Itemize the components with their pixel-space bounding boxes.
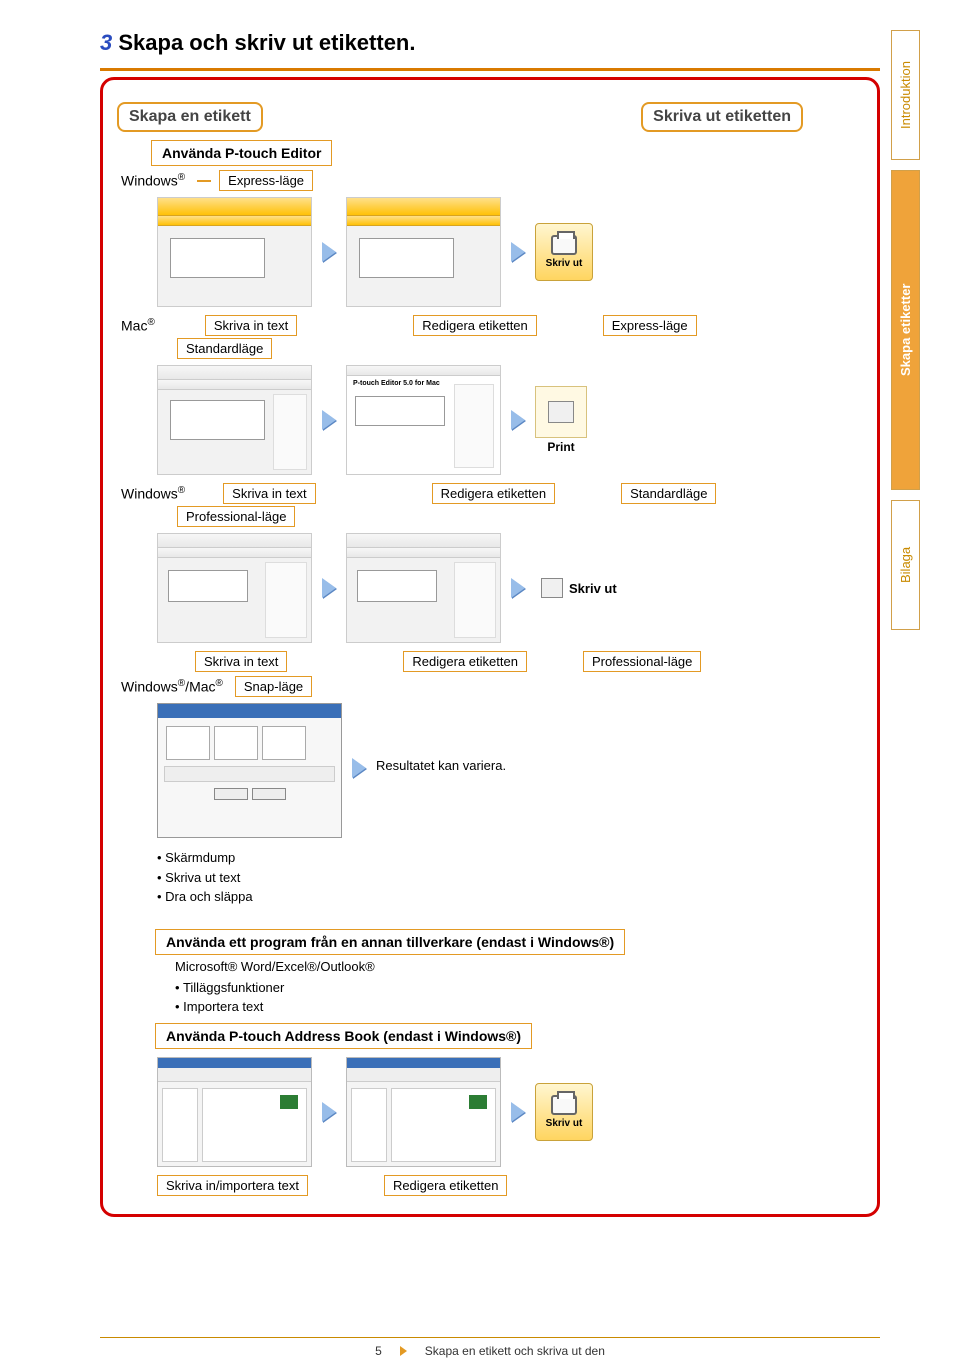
- screenshot-pro-1: [157, 533, 312, 643]
- label-write-text-3: Skriva in text: [195, 651, 287, 672]
- print-button-mac[interactable]: [535, 386, 587, 438]
- label-write-text-2: Skriva in text: [223, 483, 315, 504]
- print-caption: Print: [547, 440, 574, 454]
- result-vary-note: Resultatet kan variera.: [376, 758, 506, 773]
- screenshot-express-2: [346, 197, 501, 307]
- label-write-text-1: Skriva in text: [205, 315, 297, 336]
- footer-text: Skapa en etikett och skriva ut den: [425, 1344, 605, 1358]
- arrow-icon: [322, 242, 336, 262]
- flowchart-box: Skapa en etikett Skriva ut etiketten Anv…: [100, 77, 880, 1217]
- os-mac: Mac®: [117, 317, 159, 334]
- footer: 5 Skapa en etikett och skriva ut den: [100, 1337, 880, 1358]
- step-heading: 3 Skapa och skriv ut etiketten.: [100, 30, 880, 56]
- label-edit-2: Redigera etiketten: [432, 483, 556, 504]
- step-number: 3: [100, 30, 112, 55]
- mode-snap: Snap-läge: [235, 676, 312, 697]
- screenshot-snap-dialog: [157, 703, 342, 838]
- other-program-sub: Microsoft® Word/Excel®/Outlook®: [175, 959, 863, 974]
- tab-skapa-etiketter[interactable]: Skapa etiketter: [891, 170, 920, 490]
- label-edit-3: Redigera etiketten: [403, 651, 527, 672]
- arrow-icon: [511, 242, 525, 262]
- tab-introduktion[interactable]: Introduktion: [891, 30, 920, 160]
- snap-bullets: Skärmdump Skriva ut text Dra och släppa: [157, 848, 342, 907]
- printer-icon: [551, 235, 577, 255]
- screenshot-ab-1: [157, 1057, 312, 1167]
- printer-icon: [548, 401, 574, 423]
- os-windows-2: Windows®: [117, 485, 189, 502]
- screenshot-mac-dialog: P-touch Editor 5.0 for Mac: [346, 365, 501, 475]
- other-bullets: Tilläggsfunktioner Importera text: [175, 978, 863, 1017]
- side-tabs: Introduktion Skapa etiketter Bilaga: [891, 30, 920, 630]
- mode-express: Express-läge: [219, 170, 313, 191]
- screenshot-pro-2: [346, 533, 501, 643]
- arrow-icon: [511, 578, 525, 598]
- os-windows: Windows®: [117, 172, 189, 189]
- os-winmac: Windows®/Mac®: [117, 678, 227, 695]
- screenshot-ab-2: [346, 1057, 501, 1167]
- mode-professional-r: Professional-läge: [583, 651, 701, 672]
- printer-icon: [541, 578, 563, 598]
- arrow-icon: [511, 410, 525, 430]
- label-edit-4: Redigera etiketten: [384, 1175, 508, 1196]
- mode-professional: Professional-läge: [177, 506, 295, 527]
- screenshot-mac-1: [157, 365, 312, 475]
- arrow-icon: [322, 410, 336, 430]
- arrow-icon: [322, 1102, 336, 1122]
- other-program-box: Använda ett program från en annan tillve…: [155, 929, 625, 955]
- screenshot-express-1: [157, 197, 312, 307]
- triangle-icon: [400, 1346, 407, 1356]
- label-write-import: Skriva in/importera text: [157, 1175, 308, 1196]
- address-book-box: Använda P-touch Address Book (endast i W…: [155, 1023, 532, 1049]
- printer-icon: [551, 1095, 577, 1115]
- divider: [100, 68, 880, 71]
- create-label-pill: Skapa en etikett: [117, 102, 263, 132]
- tab-bilaga[interactable]: Bilaga: [891, 500, 920, 630]
- mode-standard-r: Standardläge: [621, 483, 716, 504]
- mode-standard: Standardläge: [177, 338, 272, 359]
- label-edit-1: Redigera etiketten: [413, 315, 537, 336]
- print-button-pro[interactable]: Skriv ut: [535, 576, 623, 600]
- arrow-icon: [352, 758, 366, 778]
- print-label-pill: Skriva ut etiketten: [641, 102, 803, 132]
- page-number: 5: [375, 1344, 382, 1358]
- arrow-icon: [511, 1102, 525, 1122]
- arrow-icon: [322, 578, 336, 598]
- step-title-text: Skapa och skriv ut etiketten.: [118, 30, 415, 55]
- using-ptouch-box: Använda P-touch Editor: [151, 140, 332, 166]
- print-button-ab[interactable]: Skriv ut: [535, 1083, 593, 1141]
- print-button-express[interactable]: Skriv ut: [535, 223, 593, 281]
- mode-express-r: Express-läge: [603, 315, 697, 336]
